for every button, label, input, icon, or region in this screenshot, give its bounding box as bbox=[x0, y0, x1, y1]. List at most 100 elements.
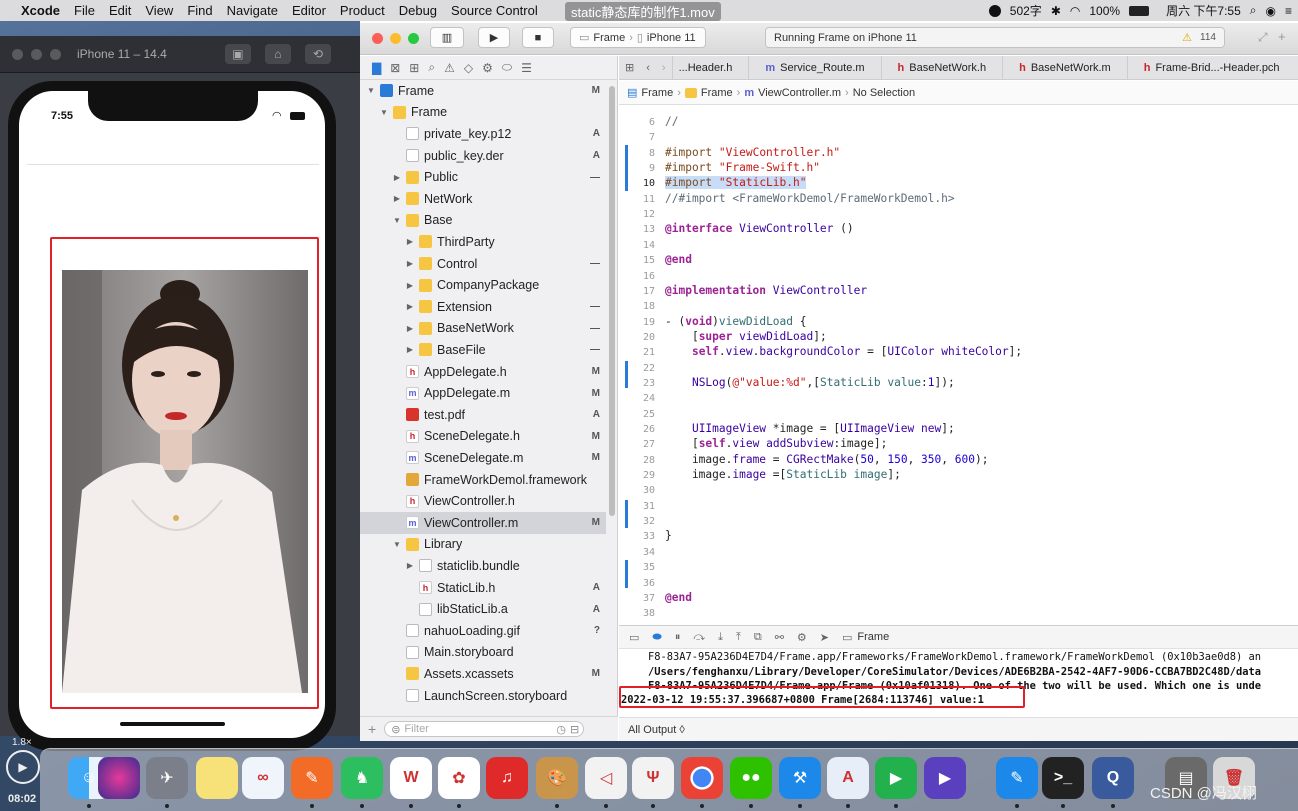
disclosure-closed-icon[interactable]: ▶ bbox=[405, 302, 415, 311]
tree-row[interactable]: ▶ BaseNetWork — bbox=[360, 318, 606, 340]
minimize-dot[interactable] bbox=[31, 48, 42, 60]
navigator-scrollbar[interactable] bbox=[609, 86, 615, 516]
tab-basenetwork-h[interactable]: h BaseNetWork.h bbox=[880, 55, 1003, 80]
rotate-icon[interactable]: ⟲ bbox=[304, 44, 331, 64]
test-icon[interactable]: ◇ bbox=[464, 61, 473, 75]
tree-row[interactable]: nahuoLoading.gif? bbox=[360, 620, 606, 642]
instruments-icon[interactable]: A bbox=[827, 757, 869, 799]
keynote-icon[interactable]: ▶ bbox=[924, 757, 966, 799]
recent-icon[interactable]: ◷ bbox=[556, 723, 566, 736]
menu-product[interactable]: Product bbox=[333, 3, 392, 18]
tree-row[interactable]: h ViewController.h bbox=[360, 490, 606, 512]
step-out-icon[interactable]: ⤒ bbox=[736, 631, 741, 644]
tree-row[interactable]: ▶ staticlib.bundle bbox=[360, 555, 606, 577]
infuse-icon[interactable]: ▶ bbox=[875, 757, 917, 799]
step-over-icon[interactable]: ⤼ bbox=[693, 631, 705, 644]
run-button[interactable]: ▶ bbox=[478, 27, 510, 48]
related-items-icon[interactable]: ⊞ bbox=[619, 61, 640, 74]
tab-header-h[interactable]: ...Header.h bbox=[671, 55, 749, 80]
warning-icon[interactable]: ⚠ bbox=[1182, 31, 1192, 44]
breakpoints-toggle-icon[interactable]: ⬬ bbox=[652, 631, 661, 644]
tab-bridging-header[interactable]: h Frame-Brid...-Header.pch bbox=[1126, 55, 1296, 80]
menu-source-control[interactable]: Source Control bbox=[444, 3, 545, 18]
disclosure-closed-icon[interactable]: ▶ bbox=[405, 237, 415, 246]
home-icon[interactable]: ⌂ bbox=[264, 44, 291, 64]
location-icon[interactable]: ➤ bbox=[820, 631, 829, 644]
scheme-selector[interactable]: ▭ Frame › ▯ iPhone 11 bbox=[570, 27, 706, 48]
folder-icon[interactable]: ▇ bbox=[372, 61, 381, 75]
source-control-icon[interactable]: ⊠ bbox=[390, 61, 400, 75]
app-menu[interactable]: Xcode bbox=[14, 3, 67, 18]
tree-row[interactable]: ▶ BaseFile — bbox=[360, 339, 606, 361]
netease-music-icon[interactable]: ♫ bbox=[486, 757, 528, 799]
disclosure-closed-icon[interactable]: ▶ bbox=[392, 173, 402, 182]
filter-input[interactable]: ⊜ Filter ◷ ⊟ bbox=[384, 721, 585, 737]
tree-row[interactable]: ▼ Frame M bbox=[360, 80, 606, 102]
output-filter[interactable]: All Output ◊ bbox=[628, 724, 685, 736]
disclosure-closed-icon[interactable]: ▶ bbox=[405, 561, 415, 570]
breakpoint-icon[interactable]: ⬭ bbox=[502, 60, 512, 75]
hide-debug-icon[interactable]: ▭ bbox=[629, 631, 639, 644]
disclosure-closed-icon[interactable]: ▶ bbox=[392, 194, 402, 203]
scm-filter-icon[interactable]: ⊟ bbox=[570, 723, 579, 736]
tree-row[interactable]: FrameWorkDemol.framework bbox=[360, 469, 606, 491]
tab-basenetwork-m[interactable]: h BaseNetWork.m bbox=[1002, 55, 1127, 80]
battery-icon[interactable] bbox=[1129, 5, 1150, 16]
memory-graph-icon[interactable]: ⚯ bbox=[775, 631, 784, 644]
jump-item-file[interactable]: ViewController.m bbox=[758, 87, 841, 99]
disclosure-closed-icon[interactable]: ▶ bbox=[405, 324, 415, 333]
tree-row[interactable]: m ViewController.m M bbox=[360, 512, 606, 534]
debug-target[interactable]: Frame bbox=[857, 631, 889, 643]
tree-row[interactable]: ▶ Extension — bbox=[360, 296, 606, 318]
tree-row[interactable]: ▶ NetWork bbox=[360, 188, 606, 210]
xcode-dev-icon[interactable]: ✎ bbox=[996, 757, 1038, 799]
warning-count[interactable]: 114 bbox=[1200, 32, 1216, 43]
siri-icon[interactable]: ◉ bbox=[1266, 4, 1276, 18]
terminal-icon[interactable]: >_ bbox=[1042, 757, 1084, 799]
tree-row[interactable]: ▼ Library bbox=[360, 534, 606, 556]
pen-icon[interactable]: ✎ bbox=[291, 757, 333, 799]
xcode-icon[interactable]: ⚒ bbox=[779, 757, 821, 799]
toggle-navigator-button[interactable]: ▥ bbox=[430, 27, 464, 48]
step-into-icon[interactable]: ⤓ bbox=[718, 631, 723, 644]
menu-file[interactable]: File bbox=[67, 3, 102, 18]
stop-button[interactable]: ■ bbox=[522, 27, 554, 48]
tree-row[interactable]: public_key.der A bbox=[360, 145, 606, 167]
tab-service-route-m[interactable]: m Service_Route.m bbox=[748, 55, 880, 80]
debug-icon[interactable]: ⚙ bbox=[482, 61, 493, 75]
notification-icon[interactable]: ≡ bbox=[1285, 4, 1292, 18]
screenshot-icon[interactable]: ▣ bbox=[224, 44, 251, 64]
wps-icon[interactable]: W bbox=[390, 757, 432, 799]
wechat-icon[interactable]: ●● bbox=[730, 757, 772, 799]
view-hierarchy-icon[interactable]: ⧉ bbox=[754, 631, 762, 644]
quicktime-icon[interactable]: Q bbox=[1092, 757, 1134, 799]
tree-row[interactable]: h AppDelegate.h M bbox=[360, 361, 606, 383]
tree-row[interactable]: h SceneDelegate.h M bbox=[360, 426, 606, 448]
clock[interactable]: 周六 下午7:55 bbox=[1166, 2, 1241, 19]
tree-row[interactable]: ▶ ThirdParty bbox=[360, 231, 606, 253]
add-file-icon[interactable]: + bbox=[368, 721, 376, 737]
menu-find[interactable]: Find bbox=[180, 3, 219, 18]
report-icon[interactable]: ☰ bbox=[521, 61, 532, 75]
close-dot[interactable] bbox=[12, 48, 23, 60]
find-icon[interactable]: ⌕ bbox=[428, 60, 435, 75]
tree-row[interactable]: h StaticLib.h A bbox=[360, 577, 606, 599]
jump-item-project[interactable]: Frame bbox=[641, 87, 673, 99]
environment-icon[interactable]: ⚙ bbox=[797, 631, 807, 644]
tree-row[interactable]: ▶ Control — bbox=[360, 253, 606, 275]
pause-icon[interactable]: ⏸ bbox=[675, 631, 681, 644]
vscode-icon[interactable]: ◁ bbox=[585, 757, 627, 799]
jump-item-symbol[interactable]: No Selection bbox=[853, 87, 915, 99]
disclosure-open-icon[interactable]: ▼ bbox=[379, 108, 389, 117]
screen-recorder-icon[interactable]: ▶ bbox=[6, 750, 40, 784]
forward-icon[interactable]: › bbox=[656, 62, 672, 74]
tree-row[interactable]: Assets.xcassets M bbox=[360, 663, 606, 685]
disclosure-open-icon[interactable]: ▼ bbox=[392, 216, 402, 225]
notes-icon[interactable] bbox=[196, 757, 238, 799]
menu-editor[interactable]: Editor bbox=[285, 3, 333, 18]
symbol-icon[interactable]: ⊞ bbox=[409, 61, 419, 75]
disclosure-open-icon[interactable]: ▼ bbox=[366, 86, 376, 95]
tree-row[interactable]: private_key.p12 A bbox=[360, 123, 606, 145]
sourcetree-icon[interactable]: Ψ bbox=[632, 757, 674, 799]
zoom-dot[interactable] bbox=[50, 48, 61, 60]
